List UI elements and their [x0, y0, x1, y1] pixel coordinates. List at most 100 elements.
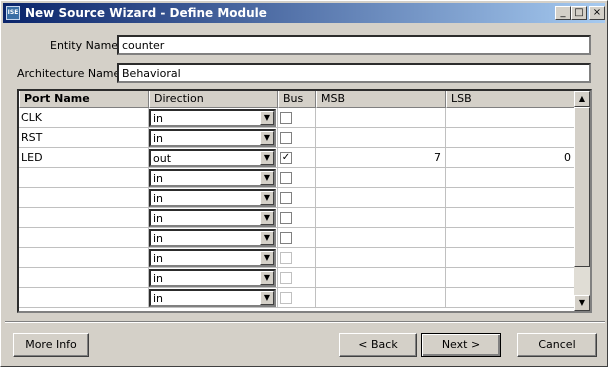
msb-cell[interactable]	[316, 168, 446, 188]
msb-cell[interactable]	[316, 228, 446, 248]
chevron-down-icon[interactable]: ▼	[260, 131, 274, 145]
msb-cell[interactable]	[316, 248, 446, 268]
direction-value: out	[153, 152, 172, 165]
chevron-down-icon[interactable]: ▼	[260, 151, 274, 165]
back-button[interactable]: < Back	[339, 333, 417, 357]
direction-value: in	[153, 252, 164, 265]
close-button[interactable]: ×	[589, 6, 605, 20]
table-row: in ▼	[19, 168, 576, 188]
cancel-button[interactable]: Cancel	[517, 333, 597, 357]
direction-dropdown[interactable]: in ▼	[149, 269, 276, 287]
bus-checkbox[interactable]	[280, 212, 292, 224]
lsb-cell[interactable]	[446, 108, 576, 128]
chevron-down-icon[interactable]: ▼	[260, 191, 274, 205]
lsb-cell[interactable]	[446, 228, 576, 248]
lsb-cell[interactable]	[446, 188, 576, 208]
minimize-button[interactable]: _	[555, 6, 571, 20]
scroll-down-button[interactable]: ▼	[574, 295, 590, 311]
port-name-cell[interactable]	[19, 228, 149, 248]
msb-cell[interactable]	[316, 188, 446, 208]
direction-dropdown[interactable]: in ▼	[149, 289, 276, 307]
direction-dropdown[interactable]: in ▼	[149, 229, 276, 247]
table-row: CLK in ▼	[19, 108, 576, 128]
direction-value: in	[153, 132, 164, 145]
direction-dropdown[interactable]: in ▼	[149, 169, 276, 187]
lsb-cell[interactable]	[446, 208, 576, 228]
lsb-cell[interactable]	[446, 268, 576, 288]
chevron-down-icon[interactable]: ▼	[260, 271, 274, 285]
msb-cell[interactable]	[316, 108, 446, 128]
port-name-cell[interactable]: LED	[19, 148, 149, 168]
bus-checkbox[interactable]: ✓	[280, 152, 292, 164]
header-bus[interactable]: Bus	[278, 91, 316, 108]
header-msb[interactable]: MSB	[316, 91, 446, 108]
direction-value: in	[153, 172, 164, 185]
msb-cell[interactable]	[316, 268, 446, 288]
next-button[interactable]: Next >	[421, 333, 501, 357]
grid-scrollbar[interactable]: ▲ ▼	[574, 91, 590, 311]
wizard-window: ISE New Source Wizard - Define Module _ …	[0, 0, 608, 367]
msb-cell[interactable]	[316, 208, 446, 228]
bus-checkbox[interactable]	[280, 292, 292, 304]
bus-checkbox[interactable]	[280, 272, 292, 284]
chevron-down-icon[interactable]: ▼	[260, 211, 274, 225]
msb-cell[interactable]: 7	[316, 148, 446, 168]
msb-cell[interactable]	[316, 128, 446, 148]
chevron-down-icon[interactable]: ▼	[260, 171, 274, 185]
check-icon: ✓	[281, 152, 291, 163]
table-row: LED out ▼ ✓ 7 0	[19, 148, 576, 168]
maximize-button[interactable]: □	[571, 6, 587, 20]
direction-dropdown[interactable]: in ▼	[149, 129, 276, 147]
port-name-cell[interactable]: RST	[19, 128, 149, 148]
bus-checkbox[interactable]	[280, 172, 292, 184]
direction-value: in	[153, 212, 164, 225]
direction-value: in	[153, 192, 164, 205]
chevron-down-icon[interactable]: ▼	[260, 251, 274, 265]
port-name-cell[interactable]	[19, 168, 149, 188]
port-name-cell[interactable]	[19, 288, 149, 308]
table-row: in ▼	[19, 248, 576, 268]
lsb-cell[interactable]	[446, 288, 576, 308]
bus-checkbox[interactable]	[280, 132, 292, 144]
entity-name-label: Entity Name	[50, 39, 119, 52]
architecture-name-input[interactable]: Behavioral	[117, 63, 591, 83]
divider	[5, 321, 605, 323]
bus-checkbox[interactable]	[280, 252, 292, 264]
scroll-thumb[interactable]	[574, 107, 590, 267]
table-row: in ▼	[19, 288, 576, 308]
chevron-down-icon[interactable]: ▼	[260, 231, 274, 245]
header-port-name[interactable]: Port Name	[19, 91, 149, 108]
direction-value: in	[153, 292, 164, 305]
bus-checkbox[interactable]	[280, 232, 292, 244]
port-name-cell[interactable]	[19, 268, 149, 288]
app-icon: ISE	[6, 6, 20, 20]
port-name-cell[interactable]: CLK	[19, 108, 149, 128]
direction-dropdown[interactable]: in ▼	[149, 189, 276, 207]
more-info-button[interactable]: More Info	[13, 333, 89, 357]
table-row: in ▼	[19, 228, 576, 248]
lsb-cell[interactable]	[446, 128, 576, 148]
direction-value: in	[153, 112, 164, 125]
chevron-down-icon[interactable]: ▼	[260, 111, 274, 125]
direction-dropdown[interactable]: in ▼	[149, 209, 276, 227]
msb-cell[interactable]	[316, 288, 446, 308]
bus-checkbox[interactable]	[280, 112, 292, 124]
header-direction[interactable]: Direction	[149, 91, 278, 108]
port-grid[interactable]: Port Name Direction Bus MSB LSB CLK in ▼ RS…	[17, 89, 592, 313]
chevron-down-icon[interactable]: ▼	[260, 291, 274, 305]
direction-dropdown[interactable]: in ▼	[149, 109, 276, 127]
port-name-cell[interactable]	[19, 248, 149, 268]
bus-checkbox[interactable]	[280, 192, 292, 204]
lsb-cell[interactable]	[446, 248, 576, 268]
lsb-cell[interactable]: 0	[446, 148, 576, 168]
scroll-up-button[interactable]: ▲	[574, 91, 590, 107]
port-name-cell[interactable]	[19, 208, 149, 228]
window-title: New Source Wizard - Define Module	[25, 6, 267, 20]
entity-name-input[interactable]: counter	[117, 35, 591, 55]
direction-dropdown[interactable]: out ▼	[149, 149, 276, 167]
title-bar[interactable]: ISE New Source Wizard - Define Module _ …	[3, 3, 605, 23]
lsb-cell[interactable]	[446, 168, 576, 188]
direction-dropdown[interactable]: in ▼	[149, 249, 276, 267]
port-name-cell[interactable]	[19, 188, 149, 208]
header-lsb[interactable]: LSB	[446, 91, 576, 108]
